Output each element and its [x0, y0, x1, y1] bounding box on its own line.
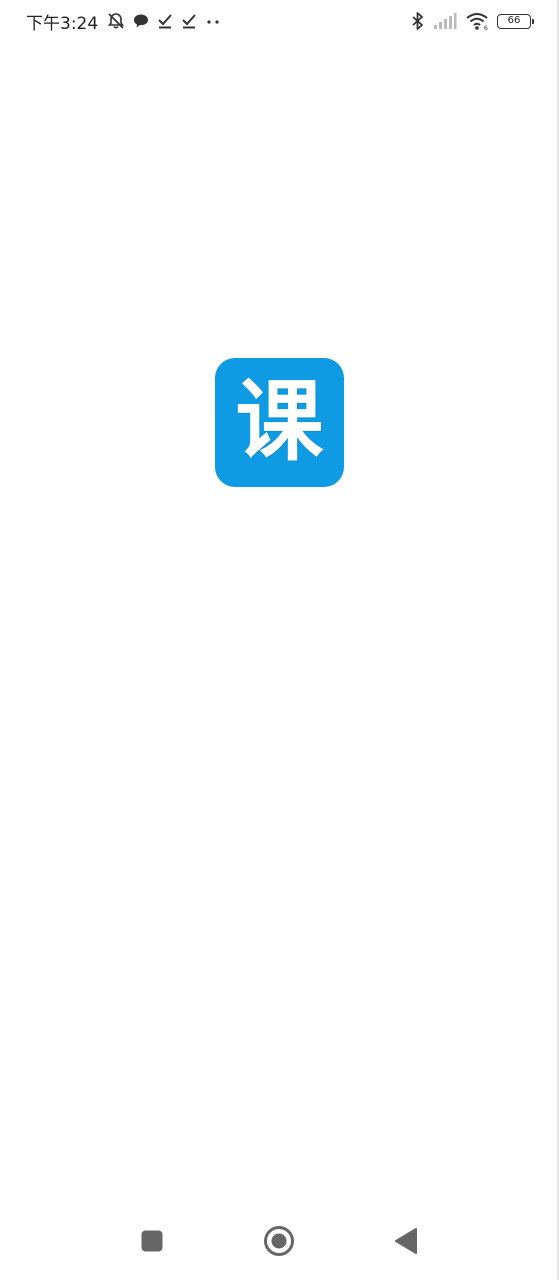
bell-muted-icon [106, 11, 126, 31]
recent-apps-button[interactable] [135, 1224, 169, 1258]
wifi-icon: 6 [465, 11, 489, 31]
navigation-bar [0, 1200, 559, 1280]
check-icon [180, 11, 198, 31]
square-icon [141, 1230, 163, 1252]
home-button[interactable] [262, 1224, 296, 1258]
signal-icon [433, 11, 457, 31]
app-logo: 课 [215, 358, 344, 487]
bluetooth-icon [411, 11, 425, 31]
status-bar: 下午3:24 6 66 [0, 0, 559, 42]
status-bar-right: 6 66 [411, 9, 534, 33]
circle-icon [264, 1226, 294, 1256]
triangle-back-icon [395, 1228, 417, 1254]
chat-bubble-icon [132, 11, 150, 31]
svg-text:6: 6 [484, 25, 488, 31]
check-icon [156, 11, 174, 31]
battery-level: 66 [507, 15, 521, 26]
more-dots-icon [204, 11, 222, 31]
app-logo-glyph: 课 [235, 369, 324, 473]
battery-icon: 66 [497, 13, 534, 29]
status-time: 下午3:24 [26, 13, 99, 34]
back-button[interactable] [389, 1224, 423, 1258]
status-bar-left: 下午3:24 [26, 9, 222, 34]
